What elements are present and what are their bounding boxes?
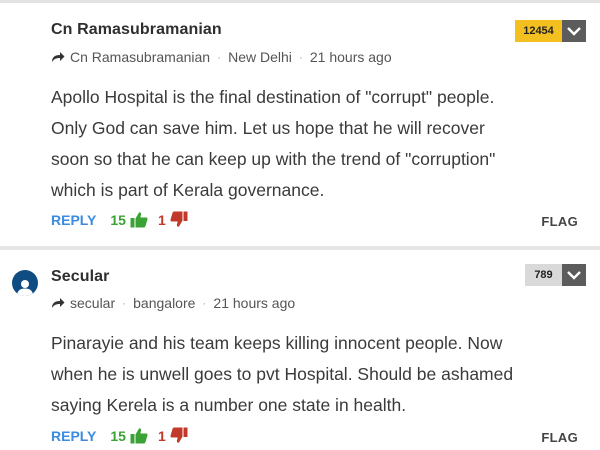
comment-author[interactable]: Secular [51,268,110,286]
comment-actions: REPLY 15 1 [51,211,188,228]
upvote-count: 15 [110,427,126,444]
reply-arrow-icon [52,52,65,62]
meta-separator: · [217,50,222,64]
meta-user[interactable]: Cn Ramasubramanian [70,49,210,65]
thumbs-up-icon[interactable] [130,427,148,444]
comment-meta: secular · bangalore · 21 hours ago [51,295,295,311]
comment-line: which is part of Kerala governance. [51,180,325,200]
comment-line: Only God can save him. Let us hope that … [51,118,485,138]
meta-location: New Delhi [228,49,292,65]
comment-score: 789 [525,264,586,286]
meta-time: 21 hours ago [309,49,392,65]
comment-meta: Cn Ramasubramanian · New Delhi · 21 hour… [51,49,392,65]
chevron-down-icon[interactable] [562,20,586,42]
comment-line: soon so that he can keep up with the tre… [51,149,496,169]
comment-body: Pinarayie and his team keeps killing inn… [51,328,591,421]
downvote-count: 1 [157,427,166,444]
comment-card: Cn Ramasubramanian 12454 Cn Ramasubraman… [0,0,600,246]
thumbs-down-icon[interactable] [170,427,188,444]
comment-card: Secular 789 secular · bangalore · 21 hou… [0,246,600,450]
comment-actions: REPLY 15 1 [51,427,188,444]
thumbs-down-icon[interactable] [170,211,188,228]
meta-location: bangalore [133,295,196,311]
flag-button[interactable]: FLAG [541,214,578,229]
comment-line: saying Kerela is a number one state in h… [51,395,407,415]
thumbs-up-icon[interactable] [130,211,148,228]
comment-author[interactable]: Cn Ramasubramanian [51,21,222,39]
comment-score: 12454 [515,20,586,42]
score-count: 12454 [515,20,562,42]
chevron-down-icon[interactable] [562,264,586,286]
meta-user[interactable]: secular [70,295,115,311]
comment-line: Pinarayie and his team keeps killing inn… [51,333,503,353]
reply-button[interactable]: REPLY [51,212,96,228]
downvote-count: 1 [157,211,166,228]
reply-arrow-icon [52,298,65,308]
comment-body: Apollo Hospital is the final destination… [51,82,591,206]
reply-button[interactable]: REPLY [51,428,96,444]
user-avatar-icon[interactable] [12,270,38,296]
flag-button[interactable]: FLAG [541,430,578,445]
meta-separator: · [298,50,303,64]
meta-separator: · [122,296,127,310]
score-count: 789 [525,264,562,286]
meta-time: 21 hours ago [213,295,296,311]
meta-separator: · [202,296,207,310]
upvote-count: 15 [110,211,126,228]
comment-line: when he is unwell goes to pvt Hospital. … [51,364,514,384]
comment-line: Apollo Hospital is the final destination… [51,87,495,107]
